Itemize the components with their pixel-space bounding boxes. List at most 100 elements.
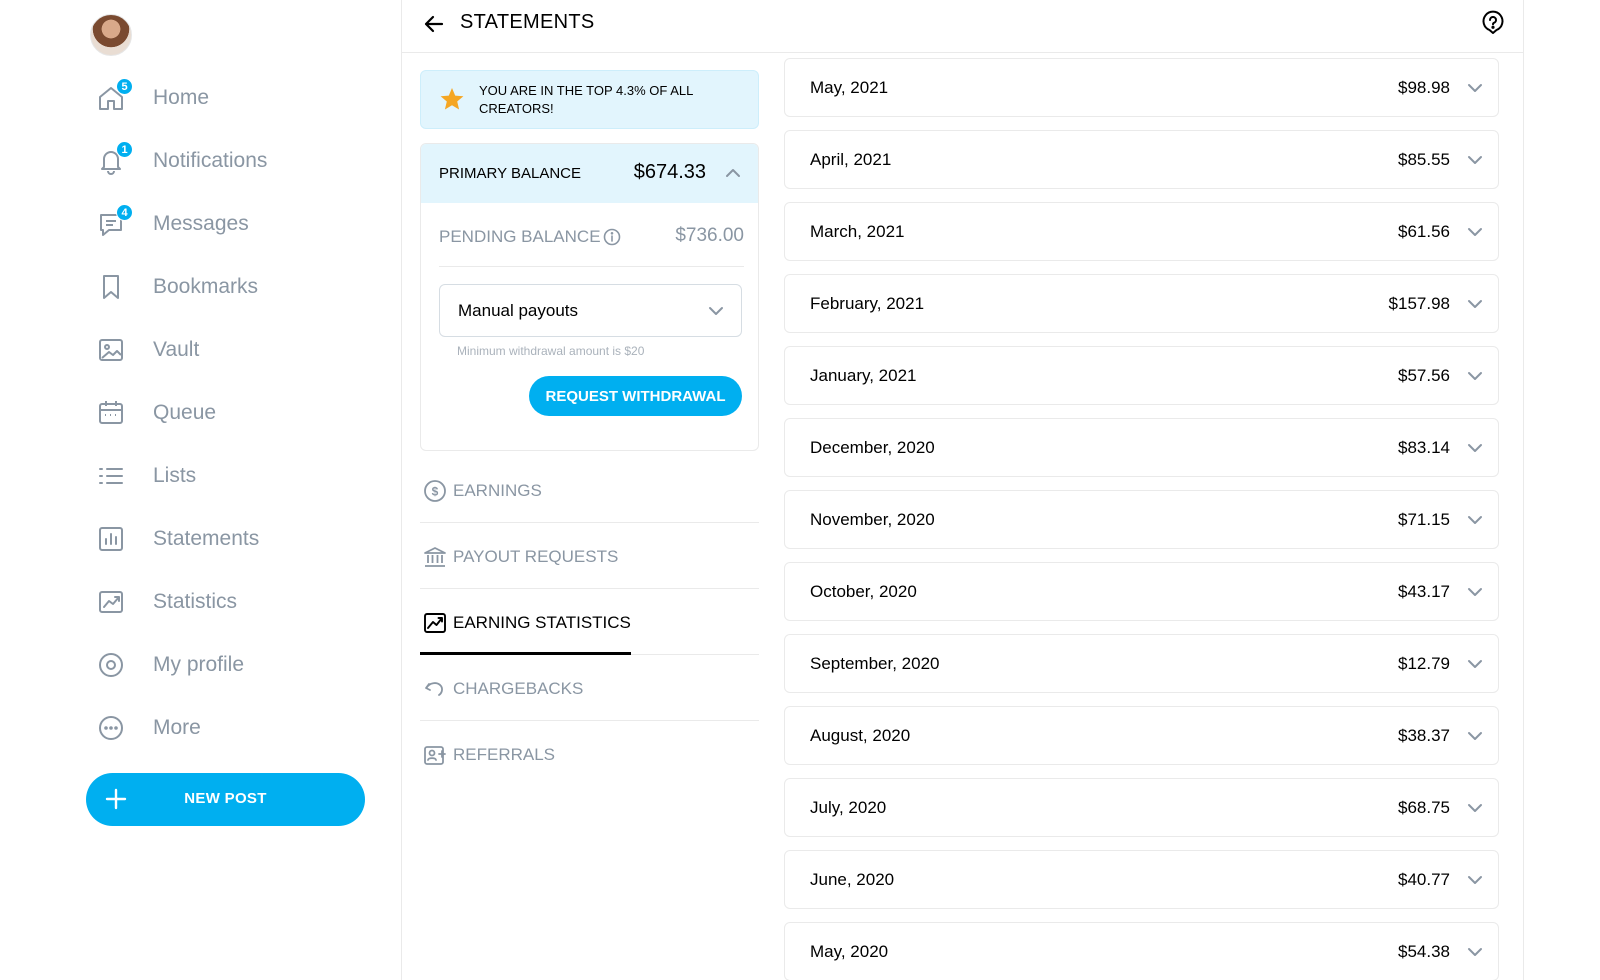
chevron-down-icon[interactable] (1464, 725, 1486, 747)
sidebar-item-my-profile[interactable]: My profile (0, 633, 400, 696)
statement-row[interactable]: February, 2021 $157.98 (784, 274, 1499, 333)
statement-row[interactable]: December, 2020 $83.14 (784, 418, 1499, 477)
sidebar-item-statistics[interactable]: Statistics (0, 570, 400, 633)
chevron-down-icon[interactable] (1464, 653, 1486, 675)
sidebar-nav: 5 Home 1 Notifications 4 Messages Bookma… (0, 66, 400, 759)
tab-earning-statistics[interactable]: EARNING STATISTICS (420, 589, 759, 655)
back-arrow-icon[interactable] (420, 10, 448, 38)
statement-month: May, 2020 (810, 942, 889, 961)
tab-payout-requests[interactable]: PAYOUT REQUESTS (420, 523, 759, 589)
sidebar-item-queue[interactable]: Queue (0, 381, 400, 444)
chevron-down-icon[interactable] (1464, 581, 1486, 603)
chevron-down-icon[interactable] (1464, 77, 1486, 99)
avatar[interactable] (90, 14, 132, 56)
chevron-down-icon[interactable] (1464, 365, 1486, 387)
statement-amount: $85.55 (1398, 150, 1450, 169)
request-withdrawal-button[interactable]: REQUEST WITHDRAWAL (529, 376, 742, 416)
chevron-down-icon[interactable] (1464, 797, 1486, 819)
sidebar-item-notifications[interactable]: 1 Notifications (0, 129, 400, 192)
chevron-down-icon[interactable] (1464, 509, 1486, 531)
notification-badge: 5 (116, 78, 133, 95)
tab-label: REFERRALS (453, 745, 556, 764)
tab-earnings[interactable]: $ EARNINGS (420, 457, 759, 523)
statement-row[interactable]: July, 2020 $68.75 (784, 778, 1499, 837)
tab-chargebacks[interactable]: CHARGEBACKS (420, 655, 759, 721)
tab-label: PAYOUT REQUESTS (453, 547, 619, 566)
help-icon[interactable] (1479, 9, 1507, 37)
statement-amount: $43.17 (1398, 582, 1450, 601)
statement-amount: $83.14 (1398, 438, 1450, 457)
referral-icon (424, 746, 446, 765)
undo-icon (425, 682, 443, 696)
statements-list: May, 2021 $98.98 April, 2021 $85.55 March, 2… (784, 58, 1499, 980)
new-post-label: NEW POST (184, 790, 267, 807)
chevron-down-icon[interactable] (1464, 869, 1486, 891)
statement-row[interactable]: August, 2020 $38.37 (784, 706, 1499, 765)
balance-column: YOU ARE IN THE TOP 4.3% OF ALL CREATORS!… (420, 70, 759, 787)
main-panel: STATEMENTS YOU ARE IN THE TOP 4.3% OF AL… (401, 0, 1524, 980)
chevron-down-icon[interactable] (1464, 437, 1486, 459)
statement-row[interactable]: November, 2020 $71.15 (784, 490, 1499, 549)
info-icon[interactable] (603, 228, 621, 246)
chevron-down-icon[interactable] (1464, 293, 1486, 315)
statement-amount: $40.77 (1398, 870, 1450, 889)
primary-balance-row[interactable]: PRIMARY BALANCE $674.33 (421, 144, 758, 203)
sidebar-item-label: Notifications (153, 148, 268, 172)
tab-referrals[interactable]: REFERRALS (420, 721, 759, 787)
statement-month: March, 2021 (810, 222, 905, 241)
statement-row[interactable]: September, 2020 $12.79 (784, 634, 1499, 693)
chevron-down-icon[interactable] (1464, 941, 1486, 963)
payout-mode-select[interactable]: Manual payouts (439, 284, 742, 337)
statement-row[interactable]: April, 2021 $85.55 (784, 130, 1499, 189)
top-creator-banner: YOU ARE IN THE TOP 4.3% OF ALL CREATORS! (420, 70, 759, 129)
chevron-up-icon[interactable] (722, 162, 744, 184)
svg-text:$: $ (432, 485, 439, 499)
chevron-down-icon (709, 307, 723, 315)
statement-month: February, 2021 (810, 294, 925, 313)
sidebar-item-lists[interactable]: Lists (0, 444, 400, 507)
statement-amount: $71.15 (1398, 510, 1450, 529)
tab-label: EARNING STATISTICS (453, 613, 631, 632)
sidebar-item-statements[interactable]: Statements (0, 507, 400, 570)
statement-month: June, 2020 (810, 870, 895, 889)
pending-balance-label: PENDING BALANCE (439, 227, 601, 246)
page-title: STATEMENTS (460, 11, 595, 33)
star-icon (440, 88, 464, 110)
image-icon (96, 335, 126, 365)
statement-month: May, 2021 (810, 78, 889, 97)
sidebar-item-label: Bookmarks (153, 274, 259, 298)
statement-row[interactable]: March, 2021 $61.56 (784, 202, 1499, 261)
statement-amount: $98.98 (1398, 78, 1450, 97)
statement-row[interactable]: June, 2020 $40.77 (784, 850, 1499, 909)
sidebar-item-bookmarks[interactable]: Bookmarks (0, 255, 400, 318)
list-icon (96, 461, 126, 491)
sidebar-item-home[interactable]: 5 Home (0, 66, 400, 129)
sidebar-item-more[interactable]: More (0, 696, 400, 759)
sidebar-item-vault[interactable]: Vault (0, 318, 400, 381)
statement-row[interactable]: October, 2020 $43.17 (784, 562, 1499, 621)
pending-balance-row: PENDING BALANCE $736.00 (439, 203, 744, 267)
sidebar-item-label: Messages (153, 211, 249, 235)
sidebar-item-messages[interactable]: 4 Messages (0, 192, 400, 255)
page-header: STATEMENTS (402, 0, 1523, 53)
bar-chart-icon (96, 524, 126, 554)
chevron-down-icon[interactable] (1464, 221, 1486, 243)
statement-month: September, 2020 (810, 654, 940, 673)
statement-row[interactable]: May, 2021 $98.98 (784, 58, 1499, 117)
primary-balance-amount: $674.33 (633, 161, 706, 183)
sidebar-item-label: My profile (153, 652, 245, 676)
statement-month: April, 2021 (810, 150, 892, 169)
minimum-withdrawal-note: Minimum withdrawal amount is $20 (457, 344, 645, 358)
sidebar-item-label: Lists (153, 463, 197, 487)
statement-amount: $68.75 (1398, 798, 1450, 817)
new-post-button[interactable]: NEW POST (86, 773, 365, 826)
notification-badge: 4 (116, 204, 133, 221)
statement-row[interactable]: January, 2021 $57.56 (784, 346, 1499, 405)
chart-icon (424, 613, 446, 633)
sidebar-item-label: Statements (153, 526, 260, 550)
statement-row[interactable]: May, 2020 $54.38 (784, 922, 1499, 980)
dollar-circle-icon: $ (424, 480, 446, 502)
statement-amount: $57.56 (1398, 366, 1450, 385)
chevron-down-icon[interactable] (1464, 149, 1486, 171)
primary-balance-label: PRIMARY BALANCE (439, 165, 581, 182)
